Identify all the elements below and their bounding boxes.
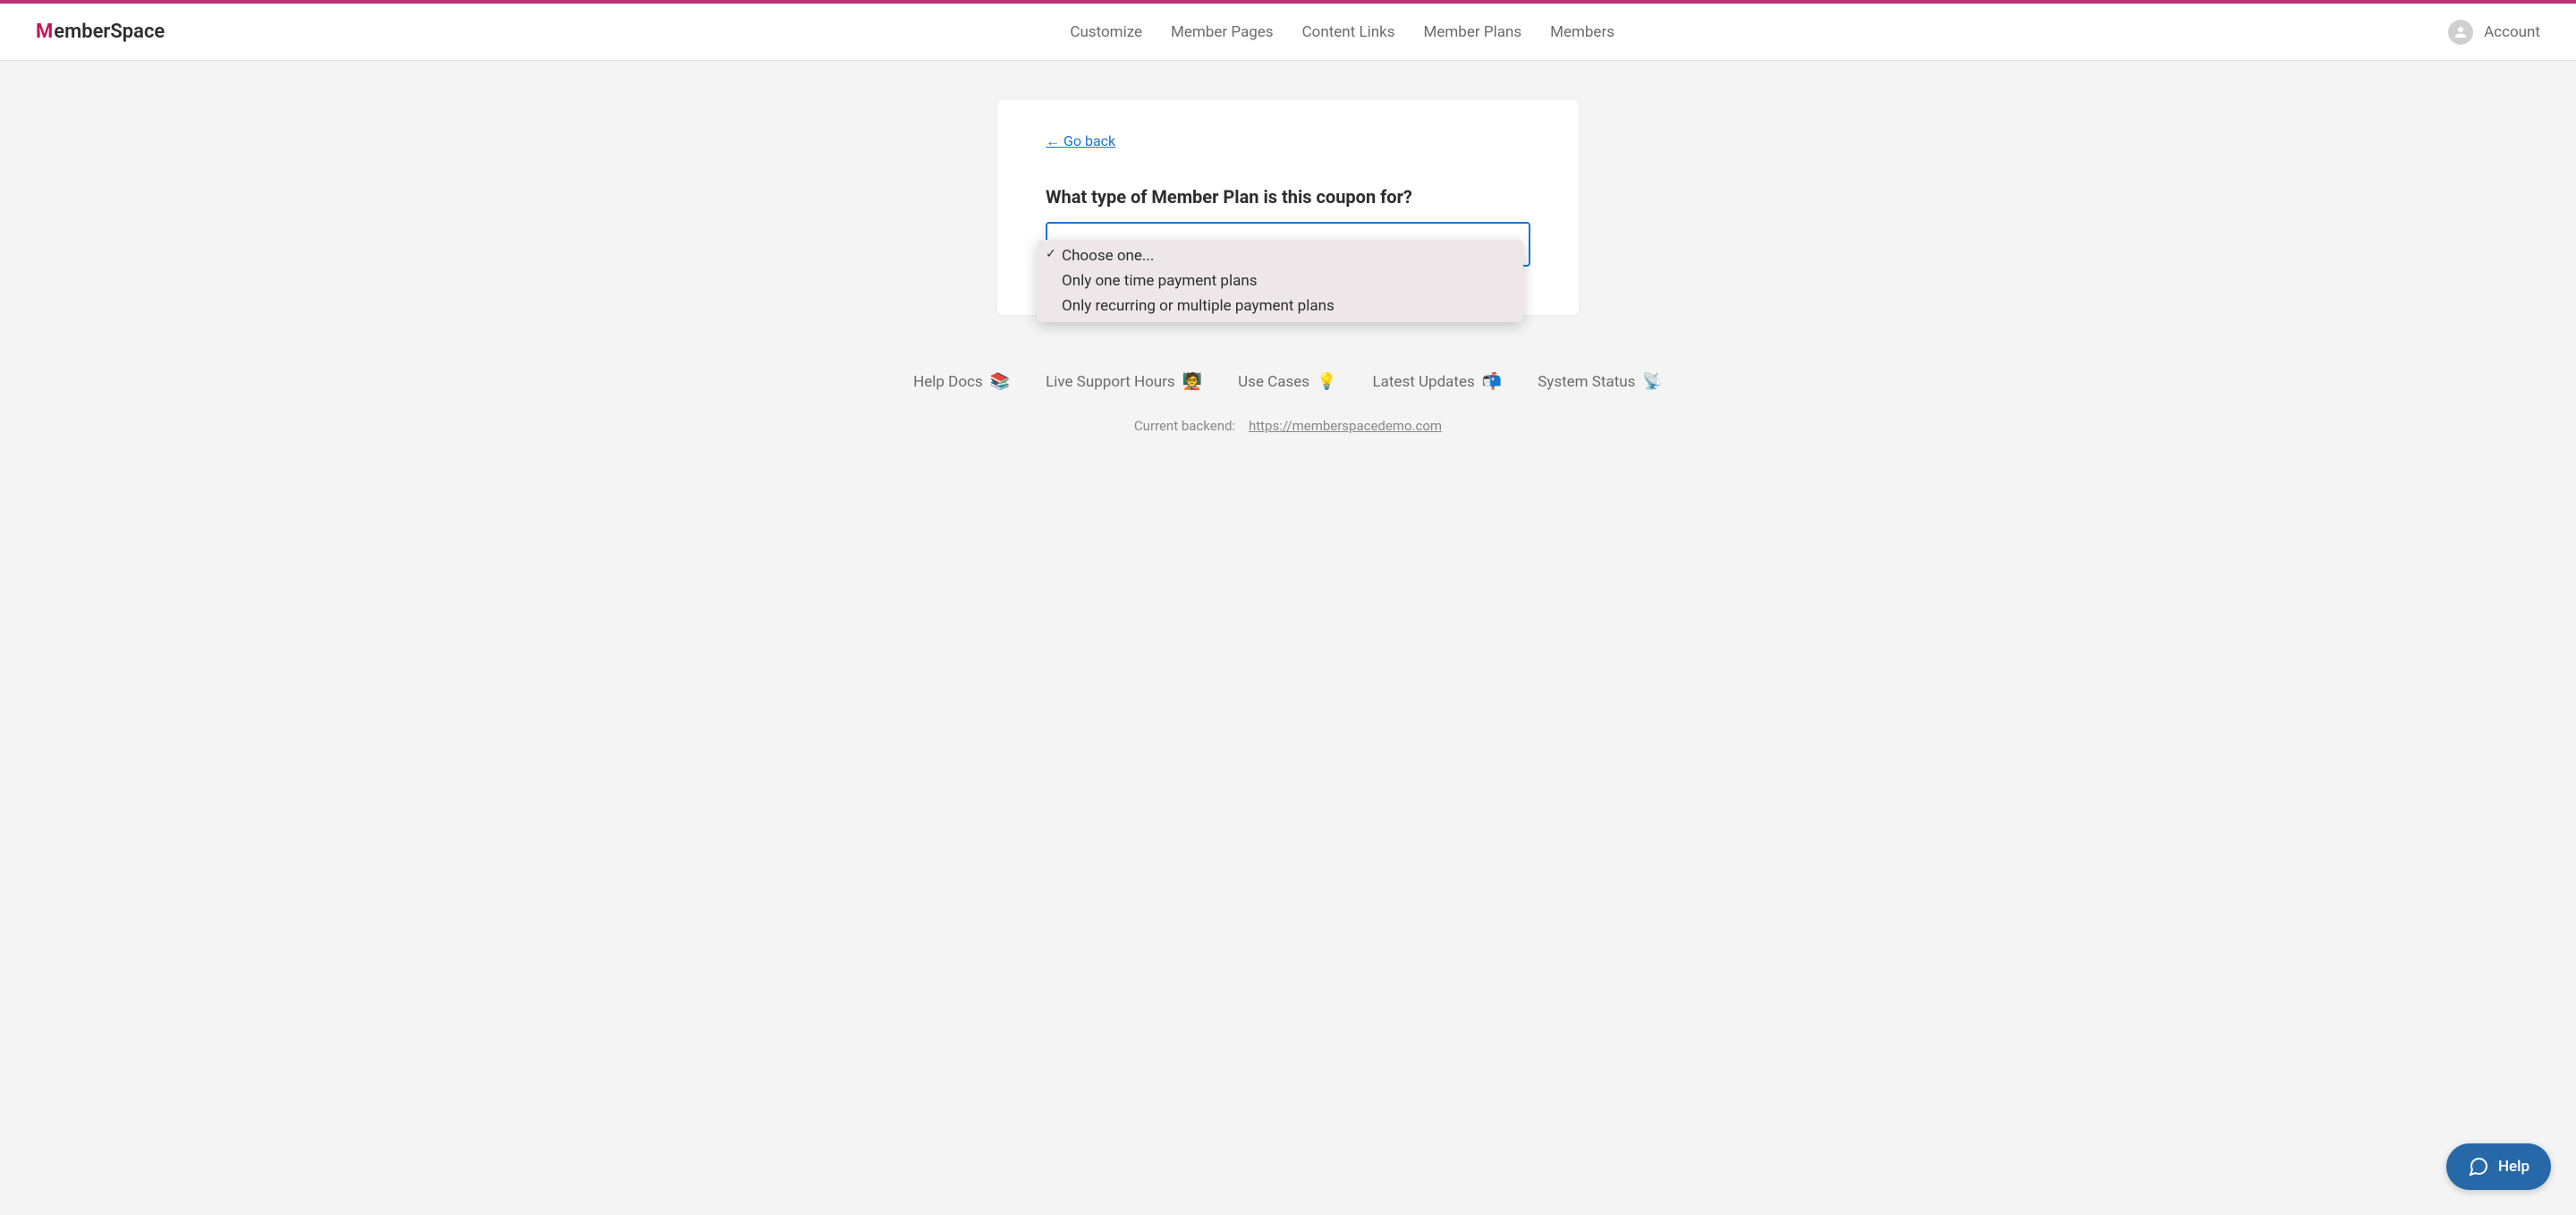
main-nav: Customize Member Pages Content Links Mem…: [236, 23, 2448, 41]
satellite-icon: 📡: [1642, 372, 1662, 391]
backend-url-link[interactable]: https://memberspacedemo.com: [1249, 418, 1442, 434]
help-label: Help: [2498, 1158, 2529, 1176]
account-label: Account: [2484, 23, 2540, 41]
nav-members[interactable]: Members: [1550, 23, 1614, 41]
logo[interactable]: MemberSpace: [36, 21, 165, 43]
nav-customize[interactable]: Customize: [1070, 23, 1142, 41]
nav-member-plans[interactable]: Member Plans: [1424, 23, 1522, 41]
main-container: ← Go back What type of Member Plan is th…: [0, 61, 2576, 354]
footer-links: Help Docs 📚 Live Support Hours 🧑‍🏫 Use C…: [18, 372, 2558, 391]
go-back-link[interactable]: ← Go back: [1046, 132, 1115, 150]
dropdown-option-onetime[interactable]: Only one time payment plans: [1037, 268, 1523, 293]
footer-system-status[interactable]: System Status 📡: [1538, 372, 1663, 391]
logo-text: emberSpace: [54, 21, 165, 43]
select-container: Choose one... Only one time payment plan…: [1046, 222, 1530, 267]
mailbox-icon: 📬: [1482, 372, 1502, 391]
avatar-icon: [2448, 20, 2473, 45]
logo-prefix: M: [36, 21, 53, 43]
footer-use-cases[interactable]: Use Cases 💡: [1238, 372, 1336, 391]
question-heading: What type of Member Plan is this coupon …: [1046, 186, 1530, 208]
footer: Help Docs 📚 Live Support Hours 🧑‍🏫 Use C…: [0, 354, 2576, 452]
backend-info: Current backend: https://memberspacedemo…: [18, 418, 2558, 434]
nav-content-links[interactable]: Content Links: [1302, 23, 1395, 41]
footer-live-support[interactable]: Live Support Hours 🧑‍🏫: [1046, 372, 1202, 391]
form-card: ← Go back What type of Member Plan is th…: [997, 100, 1579, 315]
nav-member-pages[interactable]: Member Pages: [1171, 23, 1274, 41]
footer-link-label: Live Support Hours: [1046, 373, 1175, 391]
chat-icon: [2468, 1156, 2489, 1177]
footer-latest-updates[interactable]: Latest Updates 📬: [1372, 372, 1502, 391]
account-menu[interactable]: Account: [2448, 20, 2540, 45]
bulb-icon: 💡: [1317, 372, 1336, 391]
plan-type-dropdown: Choose one... Only one time payment plan…: [1037, 240, 1523, 322]
dropdown-option-recurring[interactable]: Only recurring or multiple payment plans: [1037, 293, 1523, 319]
footer-link-label: System Status: [1538, 373, 1635, 391]
backend-label: Current backend:: [1134, 418, 1235, 434]
footer-link-label: Help Docs: [913, 373, 983, 391]
footer-help-docs[interactable]: Help Docs 📚: [913, 372, 1010, 391]
teacher-icon: 🧑‍🏫: [1182, 372, 1202, 391]
help-button[interactable]: Help: [2446, 1143, 2551, 1190]
footer-link-label: Use Cases: [1238, 373, 1309, 391]
header: MemberSpace Customize Member Pages Conte…: [0, 4, 2576, 61]
books-icon: 📚: [990, 372, 1010, 391]
footer-link-label: Latest Updates: [1372, 373, 1474, 391]
dropdown-option-choose[interactable]: Choose one...: [1037, 243, 1523, 268]
